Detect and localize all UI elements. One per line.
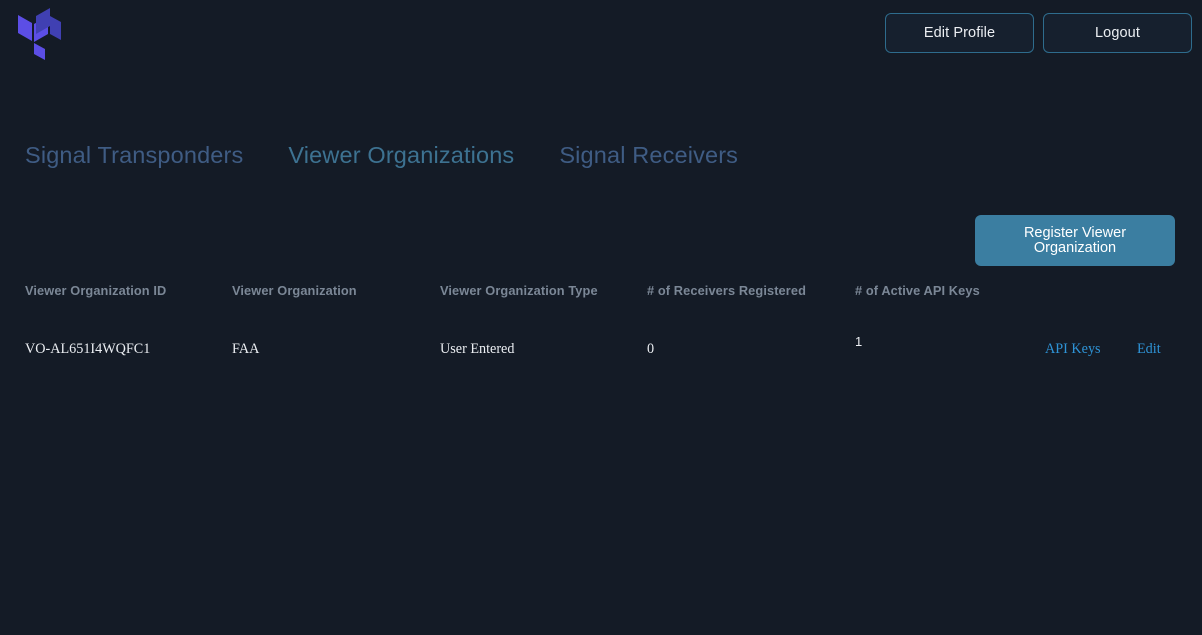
terraform-logo [9, 8, 61, 60]
top-header-bar: Edit Profile Logout [0, 0, 1202, 68]
column-header-viewer-organization-id: Viewer Organization ID [25, 283, 167, 298]
edit-link[interactable]: Edit [1137, 341, 1161, 358]
column-header-viewer-organization: Viewer Organization [232, 283, 357, 298]
viewer-organizations-table: Viewer Organization ID Viewer Organizati… [0, 278, 1202, 370]
tab-signal-receivers[interactable]: Signal Receivers [559, 142, 738, 169]
cell-viewer-organization-id: VO-AL651I4WQFC1 [25, 341, 151, 357]
cell-viewer-organization: FAA [232, 341, 260, 357]
tab-signal-transponders[interactable]: Signal Transponders [25, 142, 243, 169]
table-header-row: Viewer Organization ID Viewer Organizati… [0, 278, 1202, 330]
tab-viewer-organizations[interactable]: Viewer Organizations [288, 142, 514, 169]
edit-profile-button[interactable]: Edit Profile [885, 13, 1034, 53]
cell-active-api-keys: 1 [855, 334, 863, 349]
cell-receivers-registered: 0 [647, 341, 655, 357]
main-tab-bar: Signal Transponders Viewer Organizations… [25, 142, 738, 169]
api-keys-link[interactable]: API Keys [1045, 341, 1101, 358]
logout-button[interactable]: Logout [1043, 13, 1192, 53]
column-header-receivers-registered: # of Receivers Registered [647, 283, 806, 298]
cell-viewer-organization-type: User Entered [440, 341, 515, 357]
table-row: VO-AL651I4WQFC1 FAA User Entered 0 1 API… [0, 330, 1202, 370]
header-actions: Edit Profile Logout [885, 13, 1192, 53]
register-viewer-organization-button[interactable]: Register Viewer Organization [975, 215, 1175, 266]
column-header-viewer-organization-type: Viewer Organization Type [440, 283, 598, 298]
column-header-active-api-keys: # of Active API Keys [855, 283, 980, 298]
